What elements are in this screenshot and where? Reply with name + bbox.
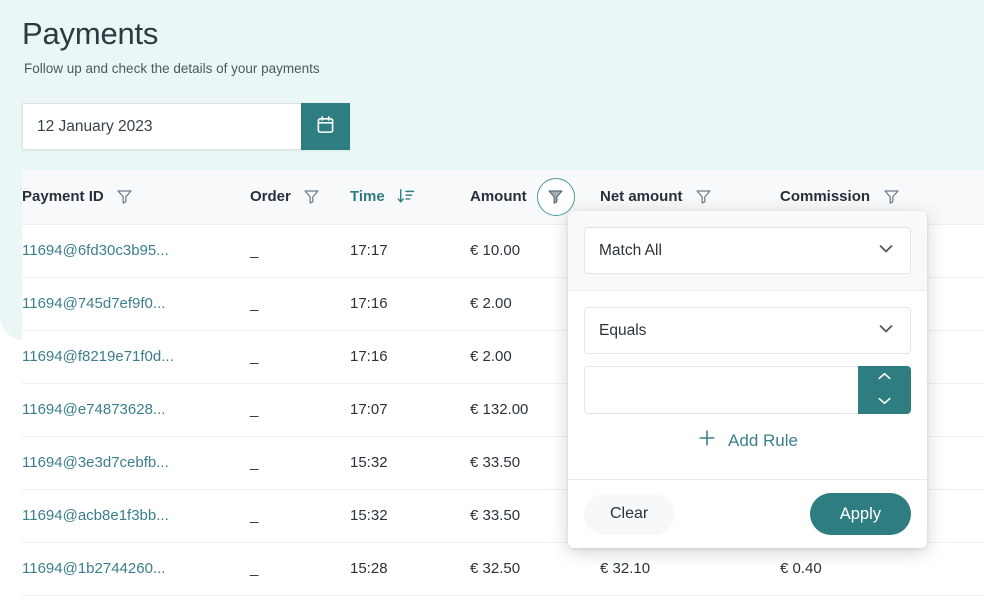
cell-payment-id: 11694@3e3d7cebfb... [22,436,250,490]
match-mode-select[interactable]: Match All [584,227,911,274]
cell-payment-id: 11694@6fd30c3b95... [22,224,250,278]
cell-payment-id: 11694@e74873628... [22,383,250,437]
payment-id-link[interactable]: 11694@e74873628... [22,401,165,418]
page-title: Payments [22,16,159,51]
cell-net-amount: € 32.10 [600,542,780,596]
cell-payment-id: 11694@745d7ef9f0... [22,277,250,331]
rule-value-row [584,366,911,414]
cell-time: 15:32 [350,489,470,543]
rule-operator-value: Equals [599,321,647,339]
payment-id-link[interactable]: 11694@3e3d7cebfb... [22,454,169,471]
cell-time: 15:32 [350,436,470,490]
table-row: 11694@1b2744260... _ 15:28 € 32.50 € 32.… [22,542,984,596]
cell-amount: € 32.50 [470,542,600,596]
amount-filter-popup: Match All Equals Add Rule Clear Apply [568,211,927,548]
chevron-up-icon [876,370,893,386]
filter-icon-commission[interactable] [880,186,902,208]
column-header-time: Time [350,170,470,225]
filter-match-mode-section: Match All [568,211,927,291]
column-header-payment-id: Payment ID [22,170,250,225]
add-rule-button[interactable]: Add Rule [584,414,911,469]
cell-order: _ [250,489,350,543]
filter-icon-amount[interactable] [536,177,575,216]
column-header-order: Order [250,170,350,225]
cell-payment-id: 11694@acb8e1f3bb... [22,489,250,543]
cell-commission: € 0.40 [780,542,984,596]
payment-id-link[interactable]: 11694@6fd30c3b95... [22,242,169,259]
match-mode-value: Match All [599,241,662,259]
column-label-time: Time [350,188,385,206]
rule-value-input[interactable] [584,366,858,414]
plus-icon [697,428,717,453]
calendar-button[interactable] [301,103,350,150]
payment-id-link[interactable]: 11694@1b2744260... [22,560,165,577]
filter-icon-order[interactable] [301,186,323,208]
clear-button[interactable]: Clear [584,493,675,535]
apply-button[interactable]: Apply [809,493,911,535]
chevron-down-icon [876,238,896,263]
cell-time: 17:16 [350,330,470,384]
filter-icon-net-amount[interactable] [693,186,715,208]
chevron-down-icon [876,394,893,410]
column-label-order: Order [250,188,291,206]
column-label-payment-id: Payment ID [22,188,104,206]
cell-time: 17:07 [350,383,470,437]
column-label-amount: Amount [470,188,527,206]
column-label-commission: Commission [780,188,871,206]
page-subtitle: Follow up and check the details of your … [24,61,320,76]
cell-time: 17:16 [350,277,470,331]
filter-popup-footer: Clear Apply [568,480,927,548]
cell-order: _ [250,277,350,331]
calendar-icon [316,115,335,138]
cell-payment-id: 11694@1b2744260... [22,542,250,596]
sort-descending-icon-time[interactable] [395,186,417,208]
filter-rules-section: Equals Add Rule [568,291,927,480]
date-input[interactable] [22,103,301,150]
stepper-decrement-button[interactable] [858,390,911,414]
cell-order: _ [250,383,350,437]
cell-payment-id: 11694@f8219e71f0d... [22,330,250,384]
cell-time: 15:28 [350,542,470,596]
rule-operator-select[interactable]: Equals [584,307,911,354]
column-label-net-amount: Net amount [600,188,683,206]
date-picker [22,103,350,150]
cell-order: _ [250,436,350,490]
payment-id-link[interactable]: 11694@f8219e71f0d... [22,348,174,365]
page-header: Payments Follow up and check the details… [0,0,984,78]
cell-time: 17:17 [350,224,470,278]
cell-order: _ [250,224,350,278]
stepper-increment-button[interactable] [858,366,911,390]
chevron-down-icon [876,318,896,343]
number-stepper [858,366,911,414]
cell-order: _ [250,542,350,596]
filter-icon-payment-id[interactable] [114,186,136,208]
add-rule-label: Add Rule [728,430,798,450]
payment-id-link[interactable]: 11694@745d7ef9f0... [22,295,165,312]
cell-order: _ [250,330,350,384]
payment-id-link[interactable]: 11694@acb8e1f3bb... [22,507,169,524]
